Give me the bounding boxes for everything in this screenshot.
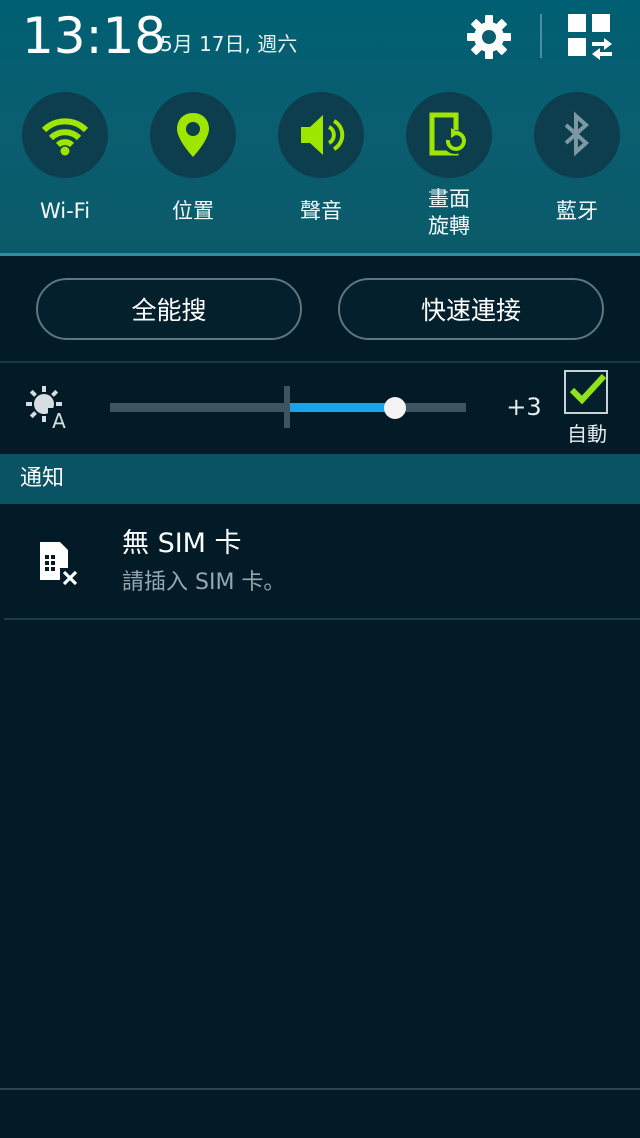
quick-settings-grid-icon: [568, 14, 612, 60]
toggle-location[interactable]: 位置: [138, 92, 248, 252]
screen-rotation-icon: [429, 112, 467, 156]
quick-connect-button[interactable]: 快速連接: [338, 278, 604, 340]
wifi-icon: [41, 118, 89, 156]
brightness-slider-thumb[interactable]: [384, 397, 406, 419]
toggle-label: Wi-Fi: [39, 199, 91, 223]
toggle-label: 位置: [172, 199, 214, 223]
auto-brightness-icon: A: [26, 386, 70, 433]
notification-text: 請插入 SIM 卡。: [122, 570, 286, 595]
brightness-slider[interactable]: [110, 386, 466, 428]
toggle-wifi-circle: [22, 92, 108, 178]
date: 5月 17日, 週六: [160, 32, 298, 56]
quick-panel-header: 13:18 5月 17日, 週六 Wi-Fi 位置 聲音 畫面 旋轉 藍牙: [0, 0, 640, 256]
notifications-header-title: 通知: [20, 466, 65, 491]
quick-settings-edit-button[interactable]: [566, 12, 614, 60]
toggle-wifi[interactable]: Wi-Fi: [10, 92, 120, 252]
check-icon: [569, 373, 607, 405]
toggle-location-circle: [150, 92, 236, 178]
auto-brightness-label: 自動: [567, 422, 607, 446]
notification-item[interactable]: 無 SIM 卡 請插入 SIM 卡。: [0, 506, 640, 618]
toggle-sound[interactable]: 聲音: [266, 92, 376, 252]
settings-button[interactable]: [462, 10, 516, 64]
speaker-icon: [301, 115, 345, 155]
svg-text:A: A: [52, 409, 66, 430]
s-finder-button[interactable]: 全能搜: [36, 278, 302, 340]
bluetooth-icon: [564, 111, 589, 157]
notification-panel: 13:18 5月 17日, 週六 Wi-Fi 位置 聲音 畫面 旋轉 藍牙 全能…: [0, 0, 640, 1138]
toggle-label: 畫面 旋轉: [428, 187, 470, 238]
auto-brightness-checkbox[interactable]: [564, 370, 608, 414]
header-divider-line: [0, 253, 640, 256]
brightness-value: +3: [506, 393, 542, 421]
toggle-sound-circle: [278, 92, 364, 178]
toggle-screen-rotation[interactable]: 畫面 旋轉: [394, 92, 504, 252]
gear-icon: [467, 15, 511, 59]
notification-divider: [4, 618, 640, 620]
toggle-label: 聲音: [300, 199, 342, 223]
section-divider: [0, 361, 640, 363]
brightness-slider-center-mark: [284, 386, 290, 428]
toggle-rotation-circle: [406, 92, 492, 178]
header-divider: [540, 14, 542, 58]
no-sim-icon: [34, 540, 80, 588]
brightness-slider-fill: [286, 403, 395, 412]
notification-title: 無 SIM 卡: [122, 528, 242, 559]
panel-bottom-handle: [0, 1088, 640, 1090]
clock: 13:18: [22, 7, 167, 65]
notifications-header: 通知: [0, 454, 640, 504]
toggle-bluetooth[interactable]: 藍牙: [522, 92, 632, 252]
location-pin-icon: [177, 113, 209, 157]
toggle-label: 藍牙: [556, 199, 598, 223]
toggle-bluetooth-circle: [534, 92, 620, 178]
